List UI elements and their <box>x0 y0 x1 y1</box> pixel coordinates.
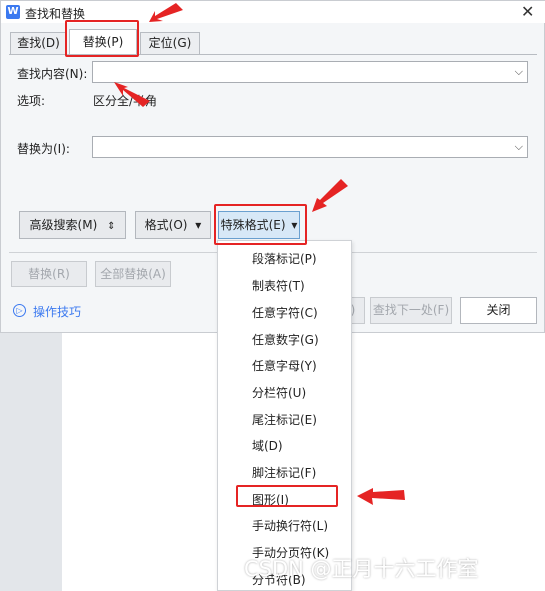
annotation-arrows <box>114 3 405 505</box>
watermark: CSDN @正月十六工作室 <box>244 557 479 581</box>
arrow-to-graphic-icon <box>357 488 405 505</box>
arrow-to-find-input-icon <box>114 82 150 107</box>
arrow-to-tab-icon <box>149 3 183 22</box>
arrow-to-special-format-icon <box>312 179 348 212</box>
